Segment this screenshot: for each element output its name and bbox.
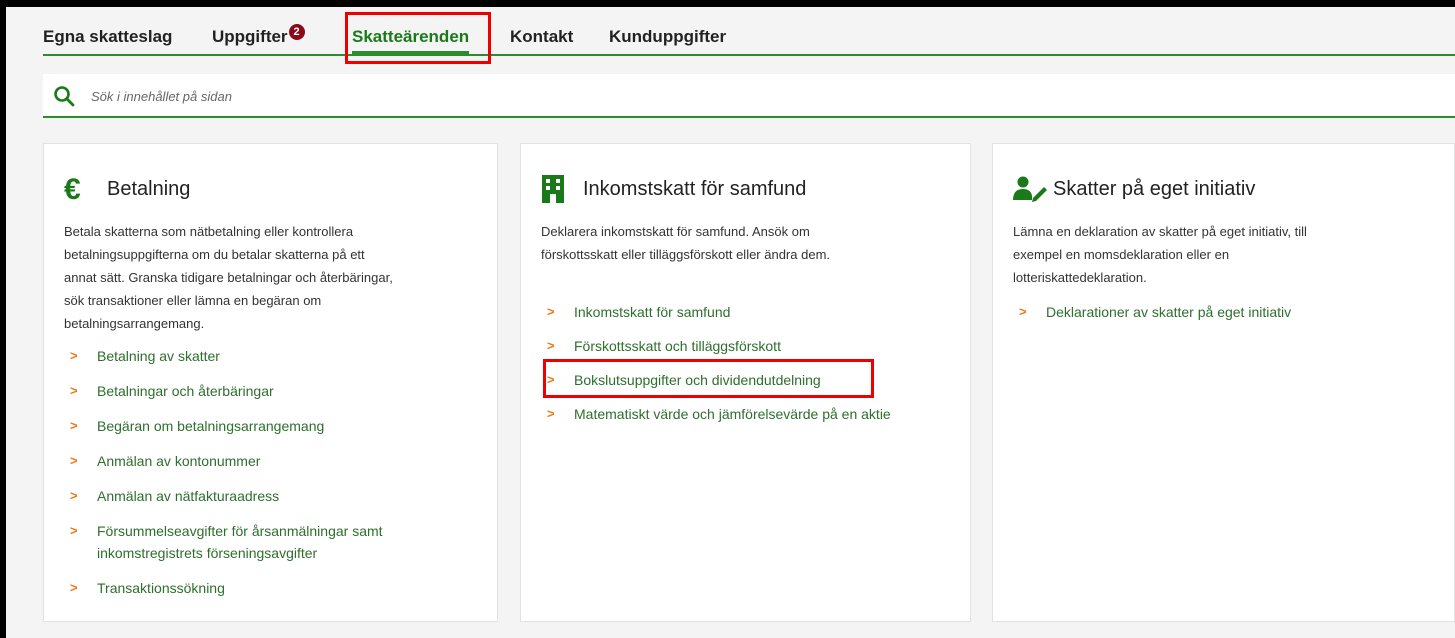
link-list: > Deklarationer av skatter på eget initia…: [1013, 301, 1291, 323]
link-matematiskt-varde[interactable]: > Matematiskt värde och jämförelsevärde p…: [541, 403, 891, 425]
desc-line: betalningsarrangemang.: [64, 316, 205, 331]
chevron-right-icon: >: [547, 372, 555, 387]
tab-skattearenden[interactable]: Skatteärenden: [352, 27, 470, 54]
link-betalning-av-skatter[interactable]: > Betalning av skatter: [64, 345, 383, 367]
link-transaktionssokning[interactable]: > Transaktionssökning: [64, 577, 383, 599]
tab-kontakt[interactable]: Kontakt: [510, 27, 573, 47]
link-label: Anmälan av nätfakturaadress: [97, 488, 280, 504]
card-description: Lämna en deklaration av skatter på eget …: [1013, 220, 1307, 289]
link-anmalan-av-natfakturaadress[interactable]: > Anmälan av nätfakturaadress: [64, 485, 383, 507]
desc-line: exempel en momsdeklaration eller en: [1013, 247, 1230, 262]
card-description: Deklarera inkomstskatt för samfund. Ansö…: [541, 220, 830, 266]
link-forsummelseavgifter[interactable]: > Försummelseavgifter för årsanmälningar …: [64, 520, 383, 564]
link-label: Matematiskt värde och jämförelsevärde på…: [574, 406, 891, 422]
chevron-right-icon: >: [547, 406, 555, 421]
link-label: Förskottsskatt och tilläggsförskott: [574, 338, 781, 354]
link-betalningar-och-aterbaringar[interactable]: > Betalningar och återbäringar: [64, 380, 383, 402]
link-label: Anmälan av kontonummer: [97, 453, 261, 469]
page: Egna skatteslag Uppgifter 2 Skatteärenden…: [6, 7, 1455, 638]
chevron-right-icon: >: [70, 523, 78, 538]
desc-line: Betala skatterna som nätbetalning eller …: [64, 224, 354, 239]
desc-line: Deklarera inkomstskatt för samfund. Ansö…: [541, 224, 810, 239]
chevron-right-icon: >: [70, 453, 78, 468]
desc-line: sök transaktioner eller lämna en begäran…: [64, 293, 322, 308]
tab-uppgifter[interactable]: Uppgifter 2: [212, 24, 305, 47]
chevron-right-icon: >: [70, 488, 78, 503]
search-bar: [43, 74, 1455, 118]
link-label: Betalning av skatter: [97, 348, 220, 364]
euro-icon: €: [64, 173, 81, 206]
card-description: Betala skatterna som nätbetalning eller …: [64, 220, 393, 335]
link-deklarationer-av-skatter[interactable]: > Deklarationer av skatter på eget initia…: [1013, 301, 1291, 323]
tab-kunduppgifter[interactable]: Kunduppgifter: [609, 27, 726, 47]
link-bokslutsuppgifter[interactable]: > Bokslutsuppgifter och dividendutdelning: [541, 369, 891, 391]
card-skatter-pa-eget-initiativ: Skatter på eget initiativ Lämna en dekla…: [992, 143, 1455, 622]
tab-egna-skatteslag[interactable]: Egna skatteslag: [43, 27, 172, 47]
card-title: Betalning: [107, 178, 191, 200]
link-label: Deklarationer av skatter på eget initiat…: [1046, 304, 1292, 320]
link-label: Begäran om betalningsarrangemang: [97, 418, 325, 434]
desc-line: lotteriskattedeklaration.: [1013, 270, 1147, 285]
link-label: Bokslutsuppgifter och dividendutdelning: [574, 372, 821, 388]
chevron-right-icon: >: [547, 338, 555, 353]
link-forskottsskatt[interactable]: > Förskottsskatt och tilläggsförskott: [541, 335, 891, 357]
chevron-right-icon: >: [1019, 304, 1027, 319]
person-edit-icon: [1013, 176, 1047, 202]
desc-line: förskottsskatt eller tilläggsförskott el…: [541, 247, 831, 262]
card-title: Skatter på eget initiativ: [1053, 178, 1256, 200]
chevron-right-icon: >: [70, 383, 78, 398]
desc-line: Lämna en deklaration av skatter på eget …: [1013, 224, 1307, 239]
link-label: Betalningar och återbäringar: [97, 383, 274, 399]
card-betalning: € Betalning Betala skatterna som nätbeta…: [43, 143, 498, 622]
desc-line: annat sätt. Granska tidigare betalningar…: [64, 270, 393, 285]
link-label: Inkomstskatt för samfund: [574, 304, 731, 320]
link-anmalan-av-kontonummer[interactable]: > Anmälan av kontonummer: [64, 450, 383, 472]
link-label-line: inkomstregistrets förseningsavgifter: [97, 545, 318, 561]
link-inkomstskatt-for-samfund[interactable]: > Inkomstskatt för samfund: [541, 301, 891, 323]
card-title: Inkomstskatt för samfund: [583, 178, 807, 200]
search-icon: [54, 86, 75, 107]
link-label: Transaktionssökning: [97, 580, 225, 596]
chevron-right-icon: >: [70, 348, 78, 363]
link-list: > Inkomstskatt för samfund > Förskottsskat…: [541, 301, 891, 425]
chevron-right-icon: >: [547, 304, 555, 319]
link-begaran-om-betalningsarrangemang[interactable]: > Begäran om betalningsarrangemang: [64, 415, 383, 437]
desc-line: betalningsuppgifterna om du betalar skat…: [64, 247, 365, 262]
building-icon: [542, 175, 564, 203]
notification-badge: 2: [288, 24, 305, 40]
chevron-right-icon: >: [70, 580, 78, 595]
card-inkomstskatt-for-samfund: Inkomstskatt för samfund Deklarera inkom…: [520, 143, 971, 622]
chevron-right-icon: >: [70, 418, 78, 433]
tab-bar: Egna skatteslag Uppgifter 2 Skatteärenden…: [43, 7, 1455, 56]
tab-uppgifter-label: Uppgifter: [212, 27, 288, 46]
link-list: > Betalning av skatter > Betalningar och å…: [64, 345, 383, 599]
link-label-line: Försummelseavgifter för årsanmälningar s…: [97, 523, 383, 539]
search-input[interactable]: [89, 82, 793, 110]
